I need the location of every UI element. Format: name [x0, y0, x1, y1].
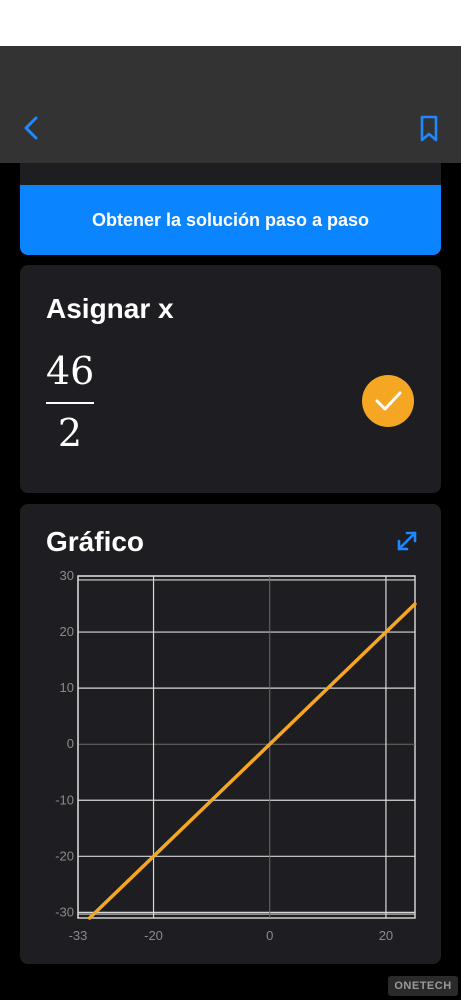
y-tick-label: -20	[55, 848, 74, 863]
y-tick-label: -30	[55, 904, 74, 919]
y-tick-label: 30	[60, 568, 74, 583]
x-tick-label: -33	[69, 928, 88, 943]
step-by-step-button[interactable]: Obtener la solución paso a paso	[20, 185, 441, 255]
chevron-left-icon[interactable]	[18, 112, 46, 144]
y-tick-label: 20	[60, 624, 74, 639]
graph-plot[interactable]: 30 20 10 0 -10 -20 -30 -33 -20 0 20	[20, 504, 441, 964]
graph-card: Gráfico 30 20 10 0 -10 -20 -30 -33 -20 0 20	[20, 504, 441, 964]
app-bar	[0, 46, 461, 163]
series-line	[87, 602, 417, 920]
y-tick-label: 0	[67, 736, 74, 751]
x-tick-label: 20	[379, 928, 393, 943]
status-area	[0, 0, 461, 46]
checkmark-icon	[362, 375, 414, 427]
y-tick-label: -10	[55, 792, 74, 807]
assign-card: Asignar x 46 2	[20, 265, 441, 493]
bookmark-icon[interactable]	[414, 112, 444, 144]
plot-frame	[77, 575, 416, 919]
fraction-bar	[46, 402, 94, 404]
x-tick-label: 0	[266, 928, 273, 943]
y-tick-label: 10	[60, 680, 74, 695]
x-tick-label: -20	[144, 928, 163, 943]
fraction-numerator: 46	[46, 349, 95, 393]
fraction-denominator: 2	[57, 411, 83, 455]
assign-title: Asignar x	[46, 293, 174, 324]
step-by-step-label: Obtener la solución paso a paso	[91, 209, 370, 230]
watermark: ONETECH	[388, 976, 458, 996]
